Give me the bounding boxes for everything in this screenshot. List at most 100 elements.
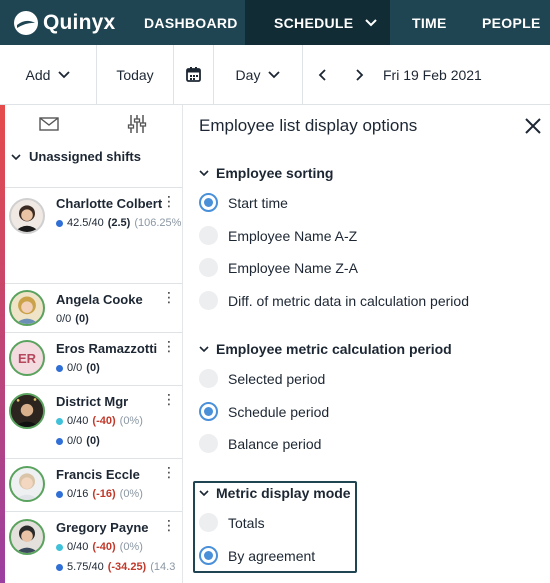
employee-name: Angela Cooke <box>56 292 143 307</box>
schedule-toolbar: Add Today Day Fri 19 Feb 2021 <box>0 44 550 105</box>
radio-selected[interactable] <box>199 402 218 421</box>
option-label: Diff. of metric data in calculation peri… <box>228 292 469 309</box>
radio[interactable] <box>199 369 218 388</box>
radio[interactable] <box>199 226 218 245</box>
next-day-button[interactable] <box>341 45 379 105</box>
option-by-agreement[interactable]: By agreement <box>199 546 315 565</box>
sliders-icon <box>127 115 147 133</box>
message-button[interactable] <box>5 117 93 131</box>
chevron-down-icon <box>199 169 209 176</box>
metric-percent: (14.3 <box>150 561 176 573</box>
metric-dot <box>56 219 63 227</box>
option-label: Employee Name Z-A <box>228 259 358 276</box>
section-employee-sorting[interactable]: Employee sorting <box>199 165 333 181</box>
employee-metric: 0/40 (-40) (0%) <box>56 541 143 553</box>
option-totals[interactable]: Totals <box>199 513 265 532</box>
employee-name: Gregory Payne <box>56 520 149 535</box>
option-selected-period[interactable]: Selected period <box>199 369 325 388</box>
chevron-down-icon <box>58 70 71 78</box>
metric-value: 0/40 <box>67 415 89 427</box>
option-label: By agreement <box>228 547 316 564</box>
close-button[interactable] <box>522 115 544 137</box>
chevron-down-icon <box>199 489 209 496</box>
option-label: Employee Name A-Z <box>228 227 358 244</box>
chevron-down-icon <box>199 345 209 352</box>
nav-time[interactable]: TIME <box>390 0 461 45</box>
radio-selected[interactable] <box>199 193 218 212</box>
metric-percent: (0%) <box>119 415 143 427</box>
employee-metric: 0/40 (-40) (0%) <box>56 415 143 427</box>
employee-row[interactable]: District Mgr 0/40 (-40) (0%) 0/0 (0) ⋮ <box>5 386 182 459</box>
option-balance-period[interactable]: Balance period <box>199 434 321 453</box>
nav-people-label: PEOPLE <box>482 14 541 31</box>
more-options-icon[interactable]: ⋮ <box>162 339 176 353</box>
section-metric-calculation-period[interactable]: Employee metric calculation period <box>199 341 452 357</box>
day-view-select[interactable]: Day <box>214 44 303 105</box>
metric-value: 0/0 <box>67 362 83 374</box>
employee-metric: 0/0 (0) <box>56 313 89 325</box>
option-name-z-a[interactable]: Employee Name Z-A <box>199 258 358 277</box>
today-button[interactable]: Today <box>97 44 174 105</box>
employee-name: Charlotte Colbert <box>56 196 163 211</box>
option-name-a-z[interactable]: Employee Name A-Z <box>199 226 357 245</box>
calendar-button[interactable] <box>174 44 214 105</box>
option-label: Schedule period <box>228 403 330 420</box>
nav-people[interactable]: PEOPLE <box>461 0 541 45</box>
metric-diff: (-16) <box>92 488 116 500</box>
previous-day-button[interactable] <box>303 45 341 105</box>
option-label: Selected period <box>228 370 326 387</box>
avatar <box>9 290 45 326</box>
quinyx-logo[interactable]: Quinyx <box>0 0 144 45</box>
logo-text: Quinyx <box>43 10 116 34</box>
unassigned-shifts-label: Unassigned shifts <box>29 149 141 164</box>
metric-diff: (0) <box>86 435 100 447</box>
employee-metric: 42.5/40 (2.5) (106.25% <box>56 217 181 229</box>
add-button[interactable]: Add <box>0 44 97 105</box>
avatar <box>9 198 45 234</box>
radio[interactable] <box>199 258 218 277</box>
section-heading: Metric display mode <box>216 485 351 501</box>
metric-percent: (0%) <box>119 541 143 553</box>
metric-value: 0/0 <box>67 435 83 447</box>
option-metric-diff[interactable]: Diff. of metric data in calculation peri… <box>199 291 469 310</box>
employee-row[interactable]: Francis Eccle 0/16 (-16) (0%) ⋮ <box>5 459 182 512</box>
metric-dot <box>56 490 63 498</box>
employee-list: Unassigned shifts Charlotte Colbert 42.5… <box>5 105 182 583</box>
section-heading: Employee sorting <box>216 165 334 181</box>
chevron-left-icon <box>318 68 326 81</box>
nav-schedule-label: SCHEDULE <box>274 14 354 31</box>
more-options-icon[interactable]: ⋮ <box>162 392 176 406</box>
nav-schedule[interactable]: SCHEDULE <box>245 0 390 45</box>
radio[interactable] <box>199 513 218 532</box>
more-options-icon[interactable]: ⋮ <box>162 194 176 208</box>
metric-dot <box>56 543 63 551</box>
more-options-icon[interactable]: ⋮ <box>162 518 176 532</box>
metric-diff: (2.5) <box>107 217 131 229</box>
radio[interactable] <box>199 434 218 453</box>
option-start-time[interactable]: Start time <box>199 193 288 212</box>
chevron-down-icon <box>365 18 378 26</box>
employee-name: District Mgr <box>56 394 129 409</box>
employee-row[interactable]: Charlotte Colbert 42.5/40 (2.5) (106.25%… <box>5 188 182 284</box>
section-metric-display-mode[interactable]: Metric display mode <box>199 485 351 501</box>
employee-row[interactable]: ER Eros Ramazzotti 0/0 (0) ⋮ <box>5 333 182 386</box>
more-options-icon[interactable]: ⋮ <box>162 465 176 479</box>
metric-percent: (106.25% <box>134 217 182 229</box>
close-icon <box>525 118 541 134</box>
employee-metric: 0/0 (0) <box>56 362 100 374</box>
today-label: Today <box>116 66 154 83</box>
radio-selected[interactable] <box>199 546 218 565</box>
display-options-button[interactable] <box>93 114 181 134</box>
more-options-icon[interactable]: ⋮ <box>162 290 176 304</box>
employee-row[interactable]: Angela Cooke 0/0 (0) ⋮ <box>5 284 182 333</box>
metric-value: 0/0 <box>56 313 72 325</box>
nav-dashboard[interactable]: DASHBOARD <box>144 0 245 45</box>
unassigned-shifts-row[interactable]: Unassigned shifts <box>5 143 182 188</box>
avatar <box>9 519 45 555</box>
option-schedule-period[interactable]: Schedule period <box>199 402 329 421</box>
metric-diff: (0) <box>75 313 89 325</box>
radio[interactable] <box>199 291 218 310</box>
employee-name: Francis Eccle <box>56 467 140 482</box>
option-label: Start time <box>228 194 288 211</box>
employee-row[interactable]: Gregory Payne 0/40 (-40) (0%) 5.75/40 (-… <box>5 512 182 582</box>
